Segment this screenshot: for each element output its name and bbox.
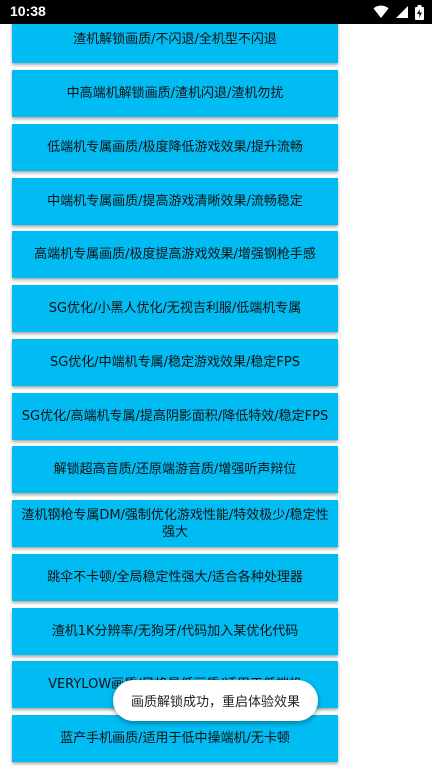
- option-label: 蓝产手机画质/适用于低中操端机/无卡顿: [60, 731, 290, 746]
- option-label: 跳伞不卡顿/全局稳定性强大/适合各种处理器: [47, 570, 303, 585]
- option-label: SG优化/小黑人优化/无视吉利服/低端机专属: [48, 301, 302, 316]
- option-label: 解锁超高音质/还原端游音质/增强听声辩位: [53, 462, 297, 477]
- option-label: 中端机专属画质/提高游戏清晰效果/流畅稳定: [47, 194, 303, 209]
- option-button-14[interactable]: 蓝产手机画质/适用于低中操端机/无卡顿: [12, 715, 338, 762]
- option-label: 渣机解锁画质/不闪退/全机型不闪退: [73, 32, 277, 47]
- wifi-icon: [373, 5, 389, 18]
- status-time: 10:38: [10, 3, 46, 19]
- option-label: 中高端机解锁画质/渣机闪退/渣机勿扰: [66, 86, 284, 101]
- option-button-9[interactable]: 解锁超高音质/还原端游音质/增强听声辩位: [12, 446, 338, 493]
- toast-text: 画质解锁成功，重启体验效果: [130, 695, 300, 710]
- option-label: SG优化/高端机专属/提高阴影面积/降低特效/稳定FPS: [21, 409, 329, 424]
- option-button-8[interactable]: SG优化/高端机专属/提高阴影面积/降低特效/稳定FPS: [12, 393, 338, 440]
- option-button-12[interactable]: 渣机1K分辨率/无狗牙/代码加入某优化代码: [12, 608, 338, 655]
- option-label: 低端机专属画质/极度降低游戏效果/提升流畅: [47, 140, 303, 155]
- option-button-6[interactable]: SG优化/小黑人优化/无视吉利服/低端机专属: [12, 285, 338, 332]
- option-list: 渣机解锁画质/不闪退/全机型不闪退 中高端机解锁画质/渣机闪退/渣机勿扰 低端机…: [0, 0, 432, 768]
- cellular-signal-icon: [396, 6, 408, 18]
- option-button-11[interactable]: 跳伞不卡顿/全局稳定性强大/适合各种处理器: [12, 554, 338, 601]
- option-label: 渣机1K分辨率/无狗牙/代码加入某优化代码: [51, 624, 299, 639]
- status-bar: 10:38: [0, 0, 432, 24]
- option-label: 渣机钢枪专属DM/强制优化游戏性能/特效极少/稳定性强大: [21, 507, 329, 540]
- option-button-10[interactable]: 渣机钢枪专属DM/强制优化游戏性能/特效极少/稳定性强大: [12, 500, 338, 547]
- option-button-7[interactable]: SG优化/中端机专属/稳定游戏效果/稳定FPS: [12, 339, 338, 386]
- option-button-5[interactable]: 高端机专属画质/极度提高游戏效果/增强钢枪手感: [12, 231, 338, 278]
- battery-charging-icon: [415, 4, 424, 20]
- toast-message: 画质解锁成功，重启体验效果: [113, 680, 318, 721]
- option-label: 高端机专属画质/极度提高游戏效果/增强钢枪手感: [34, 247, 316, 262]
- status-icons: [373, 4, 424, 20]
- option-button-3[interactable]: 低端机专属画质/极度降低游戏效果/提升流畅: [12, 124, 338, 171]
- option-label: SG优化/中端机专属/稳定游戏效果/稳定FPS: [49, 355, 301, 370]
- option-button-4[interactable]: 中端机专属画质/提高游戏清晰效果/流畅稳定: [12, 178, 338, 225]
- option-button-2[interactable]: 中高端机解锁画质/渣机闪退/渣机勿扰: [12, 70, 338, 117]
